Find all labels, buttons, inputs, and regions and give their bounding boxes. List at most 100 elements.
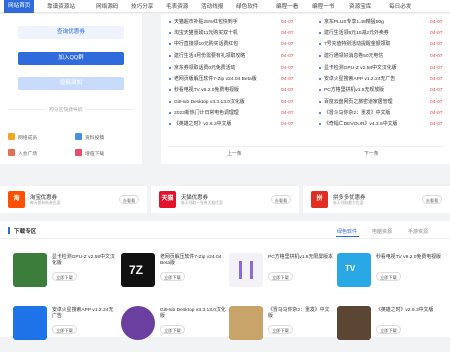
promo-go-button[interactable]: 去看看 [119,195,139,204]
news-item[interactable]: 秒看电视TV v9.2.0免费电视版 04-07 [169,86,299,95]
waveform-icon [229,253,263,287]
download-title: 安卓火星搜索APP v1.2.24无广告 [52,308,114,319]
square-icon [8,149,15,156]
news-item[interactable]: 7号充值特别活动提醒金额领取 04-07 [319,40,446,49]
download-button[interactable]: 立即下载 [376,272,401,281]
news-item[interactable]: 显卡检测GPU-Z v2.58中文汉化版 04-07 [319,64,446,73]
nav-item[interactable]: 毛表资源 [166,3,188,11]
nav-item[interactable]: 靠谱资源站 [47,3,75,11]
news-item[interactable]: GitHub Desktop v3.3.13.0汉化版 04-07 [169,98,299,107]
pinduoduo-promo[interactable]: 拼 拼多多优惠券 每天领取最大优惠 去看看 [303,186,450,213]
nav-item[interactable]: 资源宝库 [349,3,371,11]
promo-subtitle: 每天领取最大优惠 [333,201,364,205]
gpu-card-icon [13,253,47,287]
quick-link[interactable]: 入会广场 [18,150,37,157]
download-button[interactable]: 立即下载 [268,272,293,281]
left-panel: 查询优惠券 加入QQ群 投稿须知 购分区快捷导航 网络成员 资料投稿 入会广场 … [0,14,142,164]
news-item[interactable]: 建行生活领5元10减2元外卖券 04-07 [319,29,446,38]
download-item[interactable]: 显卡检测GPU-Z v2.58中文汉化版 立即下载 [13,253,121,299]
news-item[interactable]: 《奇幅亡DEVOUR》v4.3.6中文版 04-07 [319,120,446,129]
quick-nav-label: 购分区快捷导航 [46,106,86,113]
promo-title: 天猫优惠券 [181,195,208,201]
download-button[interactable]: 立即下载 [52,325,77,334]
download-item[interactable]: 《冒马马你杂2：重发》中文版 立即下载 [229,306,337,352]
browser-app-icon [13,306,47,340]
tab-green-software[interactable]: 绿色软件 [337,228,357,235]
join-qq-button[interactable]: 加入QQ群 [18,52,124,65]
news-item[interactable]: 京东券领取话费0元免费活动 04-07 [169,64,299,73]
promo-title: 拼多多优惠券 [333,195,366,201]
download-button[interactable]: 立即下载 [52,272,77,281]
divider [0,238,450,239]
tab-mobile-games[interactable]: 手游资源 [408,228,428,235]
top-nav: 网站首页 靠谱资源站 网络源码 技巧分享 毛表资源 活动线报 绿色软件 编程一看… [0,0,450,13]
news-item[interactable]: 淘宝天猫重磅11元购买双十机 04-07 [169,29,299,38]
news-item[interactable]: 安卓火星搜索APP v1.2.24无广告 04-07 [319,75,446,84]
download-item[interactable]: 7Z 老网页解压软件7-Zip v24.04 Beta版 立即下载 [121,253,229,299]
game-cover-icon [337,306,371,340]
download-button[interactable]: 立即下载 [376,325,401,334]
member-icon [8,133,15,140]
download-title: PC方格里拼机v1.5无限屏版本 [268,255,333,260]
download-title: 秒看电视TV v9.2.0免费电视版 [376,255,441,260]
download-title: 《英雄之时》v2.6.3中文版 [376,308,434,313]
nav-item[interactable]: 技巧分享 [131,3,153,11]
section-marker [8,227,10,234]
download-item[interactable]: 《英雄之时》v2.6.3中文版 立即下载 [337,306,445,352]
nav-item[interactable]: 网络源码 [96,3,118,11]
download-title: 显卡检测GPU-Z v2.58中文汉化版 [52,255,115,266]
news-item[interactable]: 中行直接领10元购买话费红包 04-07 [169,40,299,49]
download-button[interactable]: 立即下载 [268,325,293,334]
promo-go-button[interactable]: 去看看 [271,195,291,204]
download-item[interactable]: TV 秒看电视TV v9.2.0免费电视版 立即下载 [337,253,445,299]
news-item[interactable]: 京东PLUS专享1.48精猛50g 04-07 [319,18,446,27]
tab-pc-resources[interactable]: 电脑资源 [372,228,392,235]
news-item[interactable]: 建行通领好消息卷50元电信 04-07 [319,52,446,61]
download-title: 老网页解压软件7-Zip v24.04 Beta版 [160,255,222,266]
news-panel: 天猫超市补贴25%红包快到手 04-07 淘宝天猫重磅11元购买双十机 04-07 … [161,14,450,164]
news-item[interactable]: 建行生活4月份需要有礼领取攻略 04-07 [169,52,299,61]
news-item[interactable]: 《英雄之时》v2.6.3中文版 04-07 [169,120,299,129]
download-button[interactable]: 立即下载 [160,272,185,281]
divider [167,146,444,147]
news-item[interactable]: 百度云盘网页之旅密道家居管理 04-07 [319,98,446,107]
tmall-promo[interactable]: 天猫 天猫优惠券 每天领取一张券大额优惠 去看看 [151,186,299,213]
news-item[interactable]: PC方格里拼机v1.5无规放版 04-07 [319,86,446,95]
tv-app-icon: TV [337,253,371,287]
download-item[interactable]: GitHub Desktop v3.3.13.0汉化版 立即下载 [121,306,229,352]
section-title: 下载专区 [14,229,37,235]
nav-item[interactable]: 绿色软件 [236,3,258,11]
news-item[interactable]: 2023新热门计日常电色调理理 04-07 [169,109,299,118]
taobao-promo[interactable]: 淘 淘宝优惠券 每天都有新券优惠 去看看 [0,186,147,213]
download-title: 《冒马马你杂2：重发》中文版 [268,308,330,319]
7zip-icon: 7Z [121,253,155,287]
download-item[interactable]: PC方格里拼机v1.5无限屏版本 立即下载 [229,253,337,299]
quick-link[interactable]: 网络成员 [18,134,37,141]
nav-item[interactable]: 编程一书 [312,3,334,11]
download-item[interactable]: 安卓火星搜索APP v1.2.24无广告 立即下载 [13,306,121,352]
quick-link[interactable]: 资料投稿 [85,134,104,141]
news-item[interactable]: 天猫超市补贴25%红包快到手 04-07 [169,18,299,27]
news-item[interactable]: 老网页版解压软件7-Zip v24.04 Beta版 04-07 [169,75,299,84]
tmall-logo-icon: 天猫 [159,191,176,208]
prev-page-link[interactable]: 上一条 [227,150,242,157]
game-cover-icon [229,306,263,340]
nav-item[interactable]: 每日必发 [389,3,411,11]
download-title: GitHub Desktop v3.3.13.0汉化版 [160,308,226,319]
pinduoduo-logo-icon: 拼 [311,191,328,208]
nav-item[interactable]: 编程一看 [276,3,298,11]
quick-link[interactable]: 增值下载 [85,150,104,157]
nav-home[interactable]: 网站首页 [4,0,35,13]
promo-go-button[interactable]: 去看看 [422,195,442,204]
download-icon [75,149,82,156]
nav-item[interactable]: 活动线报 [201,3,223,11]
submission-guide-button[interactable]: 投稿须知 [18,77,124,90]
promo-subtitle: 每天都有新券优惠 [30,201,61,205]
promo-subtitle: 每天领取一张券大额优惠 [181,201,223,205]
upload-icon [75,133,82,140]
next-page-link[interactable]: 下一条 [364,150,379,157]
download-button[interactable]: 立即下载 [160,325,185,334]
coupon-query-button[interactable]: 查询优惠券 [18,26,124,39]
github-icon [121,306,155,340]
news-item[interactable]: 《冒斗马你杂2：重发》中文版 04-07 [319,109,446,118]
